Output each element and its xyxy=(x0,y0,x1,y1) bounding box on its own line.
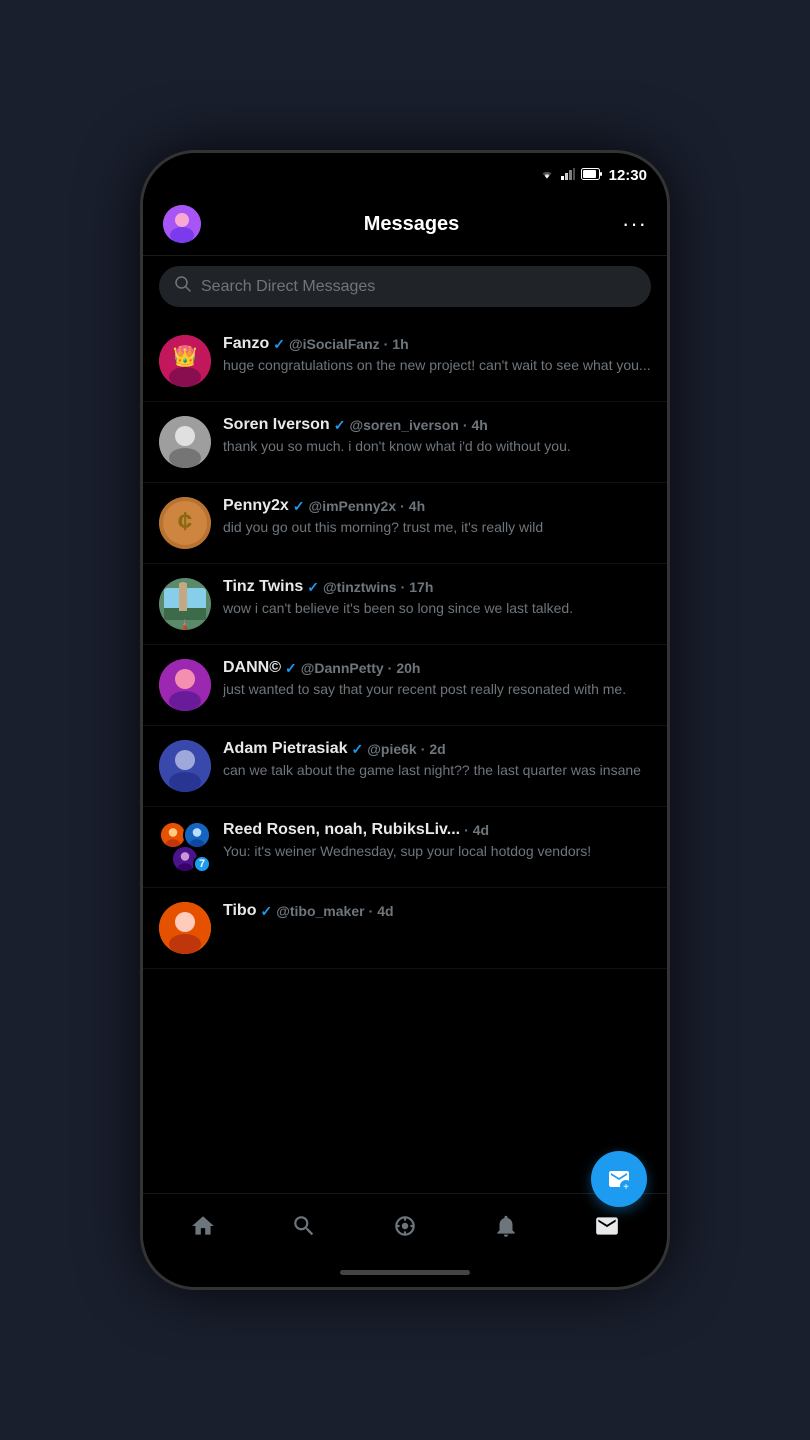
search-icon xyxy=(175,276,191,297)
sender-name: Reed Rosen, noah, RubiksLiv... · 4d xyxy=(223,821,489,839)
message-item-tibo[interactable]: Tibo ✓ @tibo_maker · 4d xyxy=(143,888,667,969)
avatar-wrap xyxy=(159,740,211,792)
message-content: Soren Iverson ✓ @soren_iverson · 4h than… xyxy=(223,416,651,457)
home-indicator xyxy=(143,1257,667,1287)
sender-name: Penny2x ✓ @imPenny2x · 4h xyxy=(223,497,425,515)
svg-text:+: + xyxy=(623,1182,629,1191)
sender-name: Tibo ✓ @tibo_maker · 4d xyxy=(223,902,394,920)
messages-list: 👑 Fanzo ✓ @iSocialFanz · 1h xyxy=(143,321,667,1193)
more-options-button[interactable]: ··· xyxy=(622,211,647,237)
message-preview: just wanted to say that your recent post… xyxy=(223,680,651,700)
sender-name: Soren Iverson ✓ @soren_iverson · 4h xyxy=(223,416,488,434)
verified-badge: ✓ xyxy=(260,903,272,920)
message-item-fanzo[interactable]: 👑 Fanzo ✓ @iSocialFanz · 1h xyxy=(143,321,667,402)
avatar: 🗼 xyxy=(159,578,211,630)
home-bar xyxy=(340,1270,470,1275)
message-header-row: Tibo ✓ @tibo_maker · 4d xyxy=(223,902,651,920)
message-preview: thank you so much. i don't know what i'd… xyxy=(223,437,651,457)
verified-badge: ✓ xyxy=(352,741,364,758)
svg-text:🗼: 🗼 xyxy=(179,618,191,630)
message-content: DANN© ✓ @DannPetty · 20h just wanted to … xyxy=(223,659,651,700)
nav-search[interactable] xyxy=(279,1201,329,1251)
page-title: Messages xyxy=(364,213,460,236)
nav-spaces[interactable] xyxy=(380,1201,430,1251)
message-content: Fanzo ✓ @iSocialFanz · 1h huge congratul… xyxy=(223,335,651,376)
message-content: Penny2x ✓ @imPenny2x · 4h did you go out… xyxy=(223,497,651,538)
status-time: 12:30 xyxy=(609,167,647,184)
avatar-wrap: ¢ xyxy=(159,497,211,549)
svg-text:¢: ¢ xyxy=(178,506,192,536)
message-header-row: Penny2x ✓ @imPenny2x · 4h xyxy=(223,497,651,515)
message-content: Adam Pietrasiak ✓ @pie6k · 2d can we tal… xyxy=(223,740,651,781)
svg-text:👑: 👑 xyxy=(173,345,198,368)
verified-badge: ✓ xyxy=(307,579,319,596)
message-content: Tinz Twins ✓ @tinztwins · 17h wow i can'… xyxy=(223,578,651,619)
search-container: Search Direct Messages xyxy=(143,256,667,321)
message-item-penny[interactable]: ¢ Penny2x ✓ @imPenny2x · 4h xyxy=(143,483,667,564)
avatar xyxy=(159,416,211,468)
avatar: ¢ xyxy=(159,497,211,549)
message-header-row: Soren Iverson ✓ @soren_iverson · 4h xyxy=(223,416,651,434)
avatar-wrap xyxy=(159,416,211,468)
avatar xyxy=(159,902,211,954)
avatar-wrap xyxy=(159,902,211,954)
sender-name: Tinz Twins ✓ @tinztwins · 17h xyxy=(223,578,433,596)
message-content: Reed Rosen, noah, RubiksLiv... · 4d You:… xyxy=(223,821,651,862)
avatar-wrap xyxy=(159,659,211,711)
avatar: 👑 xyxy=(159,335,211,387)
phone-frame: 12:30 Messages ··· xyxy=(140,150,670,1290)
avatar-wrap: 🗼 xyxy=(159,578,211,630)
verified-badge: ✓ xyxy=(285,660,297,677)
message-header-row: Fanzo ✓ @iSocialFanz · 1h xyxy=(223,335,651,353)
message-item-adam[interactable]: Adam Pietrasiak ✓ @pie6k · 2d can we tal… xyxy=(143,726,667,807)
signal-icon xyxy=(561,168,575,183)
battery-icon xyxy=(581,168,603,183)
search-input[interactable]: Search Direct Messages xyxy=(201,278,375,296)
nav-home[interactable] xyxy=(178,1201,228,1251)
compose-message-button[interactable]: + xyxy=(591,1151,647,1207)
message-preview: You: it's weiner Wednesday, sup your loc… xyxy=(223,842,651,862)
avatar xyxy=(159,740,211,792)
message-header-row: Adam Pietrasiak ✓ @pie6k · 2d xyxy=(223,740,651,758)
message-header-row: Tinz Twins ✓ @tinztwins · 17h xyxy=(223,578,651,596)
sender-name: Fanzo ✓ @iSocialFanz · 1h xyxy=(223,335,409,353)
verified-badge: ✓ xyxy=(334,417,346,434)
search-bar[interactable]: Search Direct Messages xyxy=(159,266,651,307)
avatar xyxy=(159,659,211,711)
wifi-icon xyxy=(539,168,555,183)
message-item-soren[interactable]: Soren Iverson ✓ @soren_iverson · 4h than… xyxy=(143,402,667,483)
phone-screen: 12:30 Messages ··· xyxy=(143,153,667,1287)
message-header-row: Reed Rosen, noah, RubiksLiv... · 4d xyxy=(223,821,651,839)
message-preview: did you go out this morning? trust me, i… xyxy=(223,518,651,538)
message-item-group[interactable]: 7 Reed Rosen, noah, RubiksLiv... · 4d Yo… xyxy=(143,807,667,888)
sender-name: Adam Pietrasiak ✓ @pie6k · 2d xyxy=(223,740,446,758)
user-avatar[interactable] xyxy=(163,205,201,243)
message-item-dann[interactable]: DANN© ✓ @DannPetty · 20h just wanted to … xyxy=(143,645,667,726)
bottom-nav xyxy=(143,1193,667,1257)
sender-name: DANN© ✓ @DannPetty · 20h xyxy=(223,659,420,677)
verified-badge: ✓ xyxy=(273,336,285,353)
message-content: Tibo ✓ @tibo_maker · 4d xyxy=(223,902,651,923)
status-bar: 12:30 xyxy=(143,153,667,197)
avatar-wrap: 👑 xyxy=(159,335,211,387)
verified-badge: ✓ xyxy=(293,498,305,515)
message-item-tinz[interactable]: 🗼 Tinz Twins ✓ @tinztwins · 17h xyxy=(143,564,667,645)
nav-messages[interactable] xyxy=(582,1201,632,1251)
message-preview: huge congratulations on the new project!… xyxy=(223,356,651,376)
avatar-group: 7 xyxy=(159,821,211,873)
message-preview: can we talk about the game last night?? … xyxy=(223,761,651,781)
messages-header: Messages ··· xyxy=(143,197,667,256)
message-header-row: DANN© ✓ @DannPetty · 20h xyxy=(223,659,651,677)
unread-badge: 7 xyxy=(193,855,211,873)
message-preview: wow i can't believe it's been so long si… xyxy=(223,599,651,619)
nav-notifications[interactable] xyxy=(481,1201,531,1251)
